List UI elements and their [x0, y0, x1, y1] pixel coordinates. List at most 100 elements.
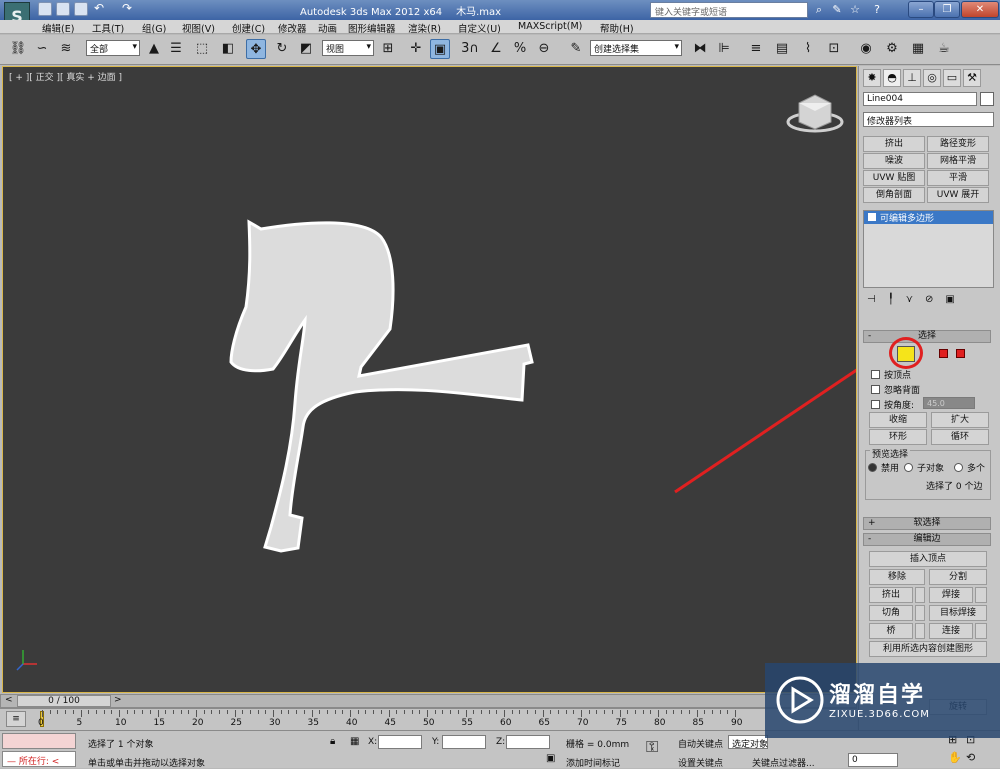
display-tab[interactable]: ▭: [943, 69, 961, 87]
tools-icon[interactable]: ✎: [830, 3, 844, 17]
extrude-button[interactable]: 挤出: [869, 587, 913, 603]
maximize-button[interactable]: ❐: [934, 1, 960, 18]
time-slider[interactable]: < 0 / 100 >: [0, 694, 857, 708]
menu-help[interactable]: 帮助(H): [600, 21, 634, 35]
rectangular-selection-icon[interactable]: ⬚: [192, 39, 212, 59]
menu-graph-editors[interactable]: 图形编辑器: [348, 21, 396, 35]
object-color-swatch[interactable]: [980, 92, 994, 106]
mirror-icon[interactable]: ⧓: [690, 39, 710, 59]
menu-views[interactable]: 视图(V): [182, 21, 215, 35]
element-subobject-icon[interactable]: [956, 349, 965, 358]
lock-icon[interactable]: 🔒︎: [330, 736, 335, 747]
next-frame-icon[interactable]: >: [114, 695, 124, 707]
menu-edit[interactable]: 编辑(E): [42, 21, 74, 35]
modifier-bevel-profile-button[interactable]: 倒角剖面: [863, 187, 925, 203]
bridge-settings-button[interactable]: [915, 623, 925, 639]
search-icon[interactable]: ⌕: [812, 3, 826, 17]
motion-tab[interactable]: ◎: [923, 69, 941, 87]
menu-rendering[interactable]: 渲染(R): [408, 21, 441, 35]
transform-mode-icon[interactable]: ▦: [350, 736, 359, 747]
select-scale-icon[interactable]: ◩: [296, 39, 316, 59]
window-crossing-icon[interactable]: ◧: [218, 39, 238, 59]
x-coordinate-input[interactable]: [378, 735, 422, 749]
reference-coordinate-dropdown[interactable]: 视图: [322, 40, 374, 56]
current-frame-input[interactable]: 0: [848, 753, 898, 767]
redo-icon[interactable]: ↷: [122, 2, 136, 16]
help-icon[interactable]: ?: [870, 3, 884, 17]
by-angle-checkbox[interactable]: 按角度:: [871, 398, 914, 411]
connect-settings-button[interactable]: [975, 623, 987, 639]
render-production-icon[interactable]: ☕: [934, 39, 954, 59]
auto-key-button[interactable]: 自动关键点: [678, 737, 723, 750]
mini-curve-editor-icon[interactable]: ≡: [6, 711, 26, 727]
time-slider-thumb[interactable]: 0 / 100: [17, 695, 111, 707]
stack-item-editable-poly[interactable]: 可编辑多边形: [864, 211, 993, 224]
search-input[interactable]: 键入关键字或短语: [650, 2, 808, 18]
graphite-toggle-icon[interactable]: ▤: [772, 39, 792, 59]
named-selection-dropdown[interactable]: 创建选择集: [590, 40, 682, 56]
modify-tab[interactable]: ◓: [883, 69, 901, 87]
chamfer-settings-button[interactable]: [915, 605, 925, 621]
preview-subobject-radio[interactable]: 子对象: [904, 461, 944, 474]
curve-editor-icon[interactable]: ⌇: [798, 39, 818, 59]
render-setup-icon[interactable]: ⚙: [882, 39, 902, 59]
open-file-icon[interactable]: [56, 2, 70, 16]
modifier-smooth-button[interactable]: 平滑: [927, 170, 989, 186]
modifier-list-dropdown[interactable]: 修改器列表: [863, 112, 994, 127]
rollout-edit-edges[interactable]: - 编辑边: [863, 533, 991, 546]
preview-multi-radio[interactable]: 多个: [954, 461, 985, 474]
select-by-name-icon[interactable]: ☰: [166, 39, 186, 59]
remove-button[interactable]: 移除: [869, 569, 925, 585]
spinner-snap-icon[interactable]: ⊖: [534, 39, 554, 59]
create-tab[interactable]: ✸: [863, 69, 881, 87]
material-editor-icon[interactable]: ◉: [856, 39, 876, 59]
orbit-icon[interactable]: ⟲: [966, 751, 975, 764]
snaps-toggle-icon[interactable]: 3∩: [460, 39, 480, 59]
modifier-path-deform-button[interactable]: 路径变形: [927, 136, 989, 152]
edit-named-selection-icon[interactable]: ✎: [566, 39, 586, 59]
y-coordinate-input[interactable]: [442, 735, 486, 749]
stack-tools[interactable]: ⊣╿⋎⊘▣: [867, 294, 991, 308]
maxscript-listener[interactable]: [2, 733, 76, 749]
modifier-unwrap-uvw-button[interactable]: UVW 展开: [927, 187, 989, 203]
bind-spacewarp-icon[interactable]: ≋: [56, 39, 76, 59]
menu-customize[interactable]: 自定义(U): [458, 21, 501, 35]
menu-modifiers[interactable]: 修改器: [278, 21, 307, 35]
layer-manager-icon[interactable]: ≡: [746, 39, 766, 59]
set-key-button[interactable]: 设置关键点: [678, 756, 723, 769]
schematic-view-icon[interactable]: ⊡: [824, 39, 844, 59]
rollout-soft-selection[interactable]: + 软选择: [863, 517, 991, 530]
select-rotate-icon[interactable]: ↻: [272, 39, 292, 59]
insert-vertex-button[interactable]: 插入顶点: [869, 551, 987, 567]
pan-icon[interactable]: ✋: [948, 751, 962, 764]
menu-animation[interactable]: 动画: [318, 21, 337, 35]
target-weld-button[interactable]: 目标焊接: [929, 605, 987, 621]
shrink-button[interactable]: 收缩: [869, 412, 927, 428]
ring-button[interactable]: 环形: [869, 429, 927, 445]
grow-button[interactable]: 扩大: [931, 412, 989, 428]
hierarchy-tab[interactable]: ⊥: [903, 69, 921, 87]
pivot-center-icon[interactable]: ⊞: [378, 39, 398, 59]
ignore-backface-checkbox[interactable]: 忽略背面: [871, 383, 920, 396]
selected-object-dropdown[interactable]: 选定对象: [728, 735, 768, 750]
menu-tools[interactable]: 工具(T): [92, 21, 124, 35]
viewport[interactable]: [ + ][ 正交 ][ 真实 + 边面 ]: [2, 66, 857, 693]
percent-snap-icon[interactable]: %: [510, 39, 530, 59]
modifier-meshsmooth-button[interactable]: 网格平滑: [927, 153, 989, 169]
link-icon[interactable]: ⛓: [8, 39, 28, 59]
weld-button[interactable]: 焊接: [929, 587, 973, 603]
weld-settings-button[interactable]: [975, 587, 987, 603]
selection-filter-dropdown[interactable]: 全部: [86, 40, 140, 56]
select-manipulate-icon[interactable]: ✛: [406, 39, 426, 59]
track-bar[interactable]: ≡ 0 5 10 15 20 25 30 35 40 45 50 55 60 65 70 75 80 85 90: [0, 708, 857, 730]
bridge-button[interactable]: 桥: [869, 623, 913, 639]
loop-button[interactable]: 循环: [931, 429, 989, 445]
key-filters-button[interactable]: 关键点过滤器...: [752, 756, 815, 769]
utilities-tab[interactable]: ⚒: [963, 69, 981, 87]
modifier-extrude-button[interactable]: 挤出: [863, 136, 925, 152]
angle-snap-icon[interactable]: ∠: [486, 39, 506, 59]
render-frame-icon[interactable]: ▦: [908, 39, 928, 59]
align-icon[interactable]: ⊫: [714, 39, 734, 59]
rollout-select[interactable]: - 选择: [863, 330, 991, 343]
close-button[interactable]: ✕: [961, 1, 999, 18]
